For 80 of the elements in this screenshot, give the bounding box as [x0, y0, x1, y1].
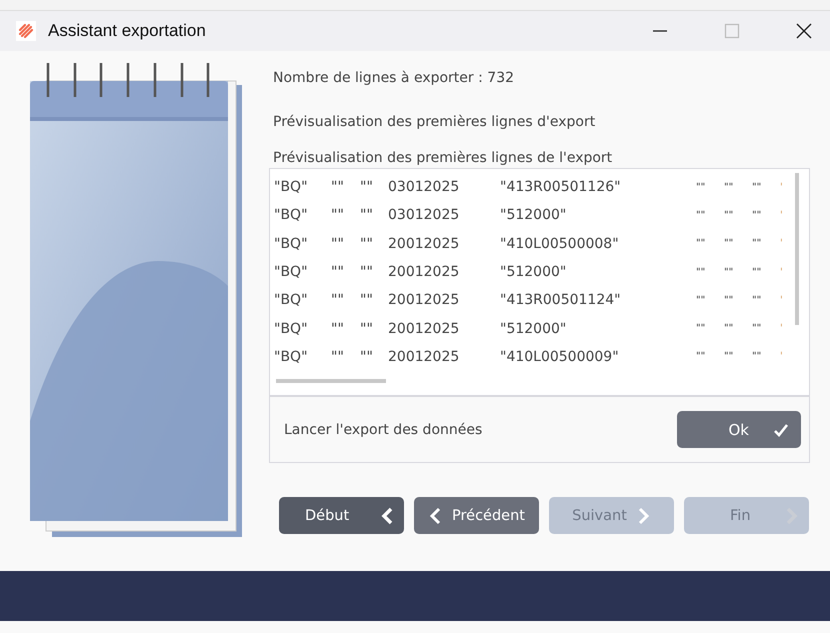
app-logo-icon: [16, 21, 36, 41]
preview-cell-text: ': [780, 210, 784, 221]
chevron-left-icon: [380, 506, 394, 524]
window-title: Assistant exportation: [48, 21, 206, 41]
preview-cell-text: "512000": [500, 207, 568, 224]
preview-cell-text: "413R00501124": [500, 292, 622, 308]
preview-cell-text: 20012025: [388, 264, 460, 280]
preview-cell-text: "": [696, 266, 706, 278]
preview-cell-text: "": [752, 238, 762, 250]
preview-cell-text: "": [752, 323, 762, 334]
preview-cell-text: 20012025: [388, 320, 460, 337]
preview-cell-text: "BQ": [274, 348, 309, 365]
preview-cell-text: "": [724, 210, 734, 221]
preview-cell-text: ': [780, 351, 784, 362]
preview-cell-text: "": [360, 236, 374, 252]
preview-cell-text: "": [696, 351, 706, 362]
preview-cell-text: 20012025: [388, 292, 460, 308]
preview-cell-text: "": [724, 238, 734, 250]
preview-cell-text: "": [724, 266, 734, 278]
section-subtitle: Prévisualisation des premières lignes d'export: [273, 114, 596, 130]
preview-cell-text: "": [696, 294, 706, 306]
chevron-right-icon: [636, 506, 651, 524]
preview-cell-text: 03012025: [388, 207, 460, 224]
preview-cell-text: "": [696, 238, 706, 250]
preview-cell-text: ': [780, 323, 784, 334]
preview-cell-text: "": [360, 320, 374, 337]
chevron-left-icon: [428, 506, 442, 524]
preview-cell-text: "": [360, 264, 374, 280]
preview-cell-text: "": [724, 351, 734, 362]
preview-cell-text: 20012025: [388, 348, 460, 365]
preview-cell-text: "": [331, 207, 345, 224]
preview-cell-text: "512000": [500, 264, 568, 280]
preview-cell-text: "BQ": [274, 320, 309, 337]
preview-cell-text: "": [360, 207, 374, 224]
preview-cell-text: "BQ": [274, 236, 309, 252]
preview-cell-text: "": [724, 294, 734, 306]
vertical-scrollbar[interactable]: [795, 173, 799, 325]
preview-cell-text: ': [780, 266, 784, 278]
preview-cell-text: "BQ": [274, 264, 309, 280]
nav-button[interactable]: Précédent: [414, 497, 539, 534]
preview-cell-text: "": [360, 292, 374, 308]
export-label: Lancer l'export des données: [284, 422, 482, 438]
preview-cell-text: "": [752, 210, 762, 221]
preview-label: Prévisualisation des premières lignes de l'export: [273, 150, 614, 166]
preview-cell-text: "": [360, 179, 374, 196]
preview-cell-text: "BQ": [274, 292, 309, 308]
preview-cell-text: "": [752, 351, 762, 362]
preview-cell-text: "": [696, 182, 706, 193]
preview-cell-text: "": [331, 292, 345, 308]
preview-cell-text: "BQ": [274, 207, 309, 224]
preview-cell-text: "410L00500008": [500, 236, 620, 252]
preview-cell-text: "": [331, 320, 345, 337]
preview-cell-text: "": [696, 210, 706, 221]
maximize-icon[interactable]: [724, 23, 740, 39]
preview-cell-text: ': [780, 182, 784, 193]
preview-cell-text: "": [724, 182, 734, 193]
horizontal-scrollbar[interactable]: [276, 379, 386, 383]
preview-cell-text: "410L00500009": [500, 348, 620, 365]
preview-cell-text: ': [780, 294, 784, 306]
preview-cell-text: "413R00501126": [500, 179, 622, 196]
preview-cell-text: "": [752, 182, 762, 193]
ok-button[interactable]: Ok: [677, 411, 801, 448]
preview-cell-text: 20012025: [388, 236, 460, 252]
preview-cell-text: "": [331, 179, 345, 196]
close-icon[interactable]: [796, 23, 812, 39]
preview-cell-text: "512000": [500, 320, 568, 337]
preview-cell-text: 03012025: [388, 179, 460, 196]
preview-cell-text: ': [780, 238, 784, 250]
preview-cell-text: "": [331, 264, 345, 280]
preview-cell-text: "": [331, 236, 345, 252]
preview-cell-text: "": [752, 294, 762, 306]
nav-button[interactable]: Début: [279, 497, 404, 534]
preview-cell-text: "": [696, 323, 706, 334]
preview-cell-text: "": [752, 266, 762, 278]
preview-cell-text: "": [331, 348, 345, 365]
preview-cell-text: "BQ": [274, 179, 309, 196]
line-count-text: Nombre de lignes à exporter : 732: [273, 70, 516, 86]
preview-cell-text: "": [724, 323, 734, 334]
checkmark-icon: [773, 422, 789, 438]
preview-cell-text: "": [360, 348, 374, 365]
